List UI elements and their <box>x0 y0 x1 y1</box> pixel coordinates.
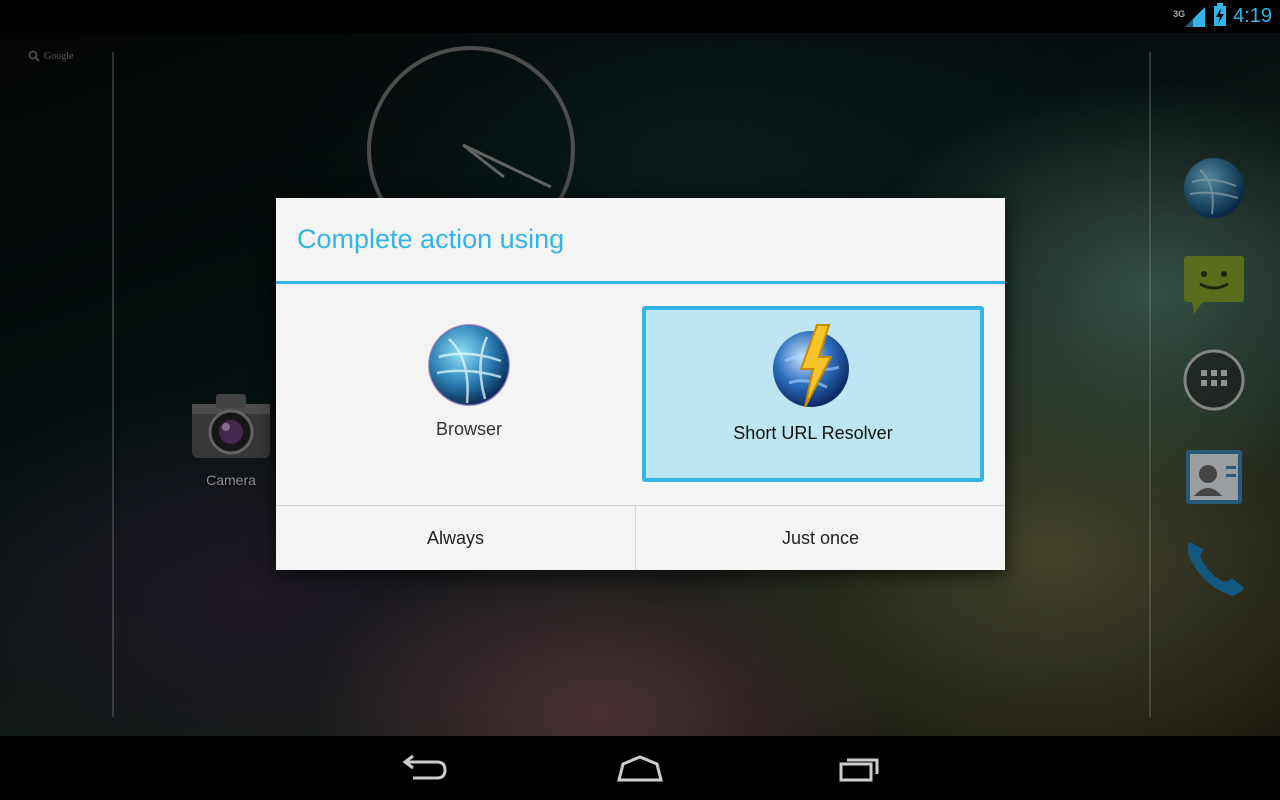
status-bar: 3G 4:19 <box>0 0 1280 33</box>
app-label-short-url-resolver: Short URL Resolver <box>733 423 893 443</box>
home-button[interactable] <box>610 750 670 786</box>
status-icons: 3G 4:19 <box>1173 0 1272 33</box>
network-type-label: 3G <box>1173 8 1186 19</box>
back-icon <box>402 754 447 780</box>
home-icon <box>617 755 663 782</box>
signal-icon: 3G <box>1173 5 1207 29</box>
always-button[interactable]: Always <box>276 506 636 570</box>
navigation-bar <box>0 736 1280 800</box>
dialog-title: Complete action using <box>276 198 1005 284</box>
recent-apps-icon <box>839 758 879 782</box>
browser-globe-icon <box>428 324 510 406</box>
complete-action-dialog: Complete action using Browser Short URL … <box>276 198 1005 570</box>
dialog-button-bar: Always Just once <box>276 505 1005 570</box>
status-clock: 4:19 <box>1233 5 1272 27</box>
app-option-browser[interactable]: Browser <box>298 306 640 482</box>
short-url-resolver-icon <box>773 324 849 408</box>
app-option-short-url-resolver[interactable]: Short URL Resolver <box>642 306 984 482</box>
just-once-button[interactable]: Just once <box>636 506 1005 570</box>
app-chooser-grid: Browser Short URL Resolver <box>276 284 1005 503</box>
back-button[interactable] <box>394 750 454 786</box>
recent-apps-button[interactable] <box>828 750 888 786</box>
app-label-browser: Browser <box>435 419 502 439</box>
battery-charging-icon <box>1213 2 1227 31</box>
